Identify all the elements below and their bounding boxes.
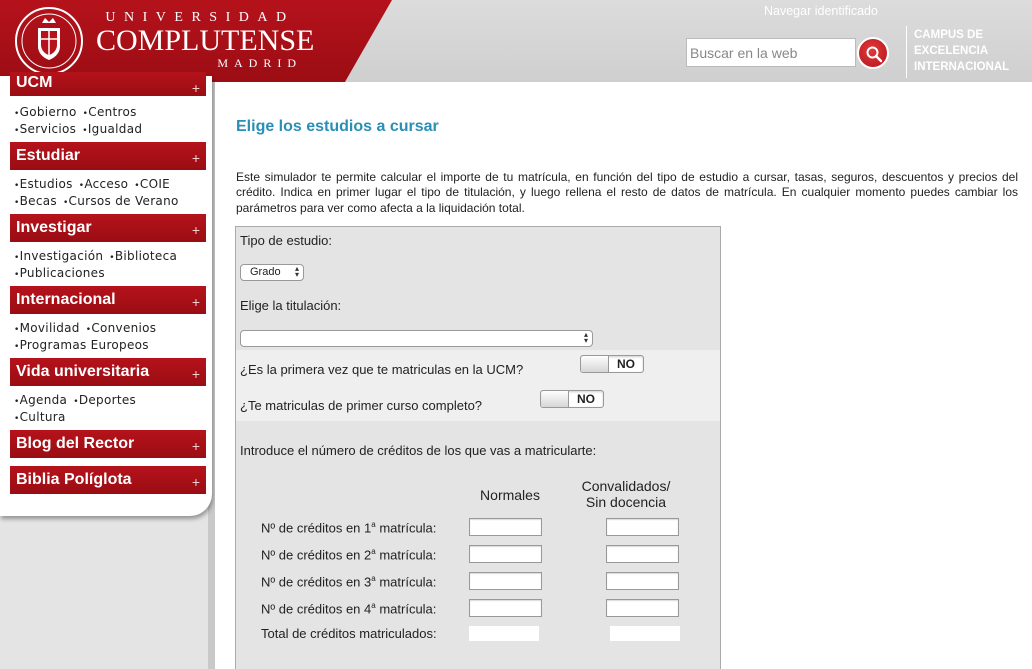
sidebar-link[interactable]: Becas [20, 194, 57, 208]
titulacion-select[interactable]: ▴ ▾ [240, 330, 593, 347]
sidebar-link[interactable]: Estudios [20, 177, 73, 191]
search-button[interactable] [857, 37, 889, 69]
creditos-row-label: Nº de créditos en 2a matrícula: [261, 547, 437, 563]
primer-curso-toggle[interactable]: NO [540, 390, 604, 408]
sidebar-link[interactable]: Movilidad [20, 321, 80, 335]
creditos-convalidados-3-input[interactable] [606, 572, 679, 590]
campus-excelencia-link[interactable]: CAMPUS DE EXCELENCIA INTERNACIONAL [914, 27, 1009, 75]
creditos-convalidados-2-input[interactable] [606, 545, 679, 563]
tipo-estudio-label: Tipo de estudio: [240, 233, 333, 248]
sidebar-links-estudiar: •Estudios •Acceso •COIE •Becas •Cursos de V… [14, 177, 179, 208]
sidebar-link[interactable]: Deportes [79, 393, 136, 407]
total-creditos-label: Total de créditos matriculados: [261, 626, 437, 641]
col-normales: Normales [480, 487, 540, 503]
titulacion-label: Elige la titulación: [240, 298, 342, 313]
search-icon [866, 46, 883, 63]
sidebar-links-investigar: •Investigación •Biblioteca •Publicaciones [14, 249, 178, 280]
creditos-normales-2-input[interactable] [469, 545, 542, 563]
expand-icon: + [191, 80, 200, 96]
sidebar-item-vida-universitaria[interactable]: Vida universitaria + [10, 358, 206, 386]
sidebar-link[interactable]: Centros [88, 105, 136, 119]
creditos-normales-3-input[interactable] [469, 572, 542, 590]
sidebar-item-blog-del-rector[interactable]: Blog del Rector + [10, 430, 206, 458]
primera-vez-toggle[interactable]: NO [580, 355, 644, 373]
sidebar-item-ucm[interactable]: UCM + [10, 72, 206, 96]
sidebar-link[interactable]: Gobierno [20, 105, 77, 119]
sidebar-item-internacional[interactable]: Internacional + [10, 286, 206, 314]
sidebar-link[interactable]: COIE [140, 177, 170, 191]
header-divider [906, 26, 907, 78]
sidebar-link[interactable]: Acceso [84, 177, 128, 191]
expand-icon: + [191, 150, 200, 166]
creditos-convalidados-4-input[interactable] [606, 599, 679, 617]
page-title: Elige los estudios a cursar [236, 118, 439, 135]
sidebar-links-vida-universitaria: •Agenda •Deportes •Cultura [14, 393, 137, 424]
sidebar-link[interactable]: Igualdad [88, 122, 142, 136]
select-arrows-icon: ▴ ▾ [583, 330, 588, 345]
site-header: UNIVERSIDAD COMPLUTENSE MADRID Navegar i… [0, 0, 1032, 82]
toggle-knob [541, 391, 569, 407]
sidebar-link[interactable]: Programas Europeos [20, 338, 149, 352]
expand-icon: + [191, 438, 200, 454]
sidebar-link[interactable]: Cursos de Verano [69, 194, 179, 208]
intro-text: Este simulador te permite calcular el im… [236, 170, 1018, 215]
expand-icon: + [191, 294, 200, 310]
creditos-normales-1-input[interactable] [469, 518, 542, 536]
creditos-convalidados-1-input[interactable] [606, 518, 679, 536]
search-input[interactable]: Buscar en la web [686, 38, 856, 67]
sidebar-links-internacional: •Movilidad •Convenios •Programas Europeos [14, 321, 157, 352]
creditos-intro: Introduce el número de créditos de los q… [240, 443, 597, 458]
primer-curso-label: ¿Te matriculas de primer curso completo? [240, 398, 483, 413]
creditos-row-label: Nº de créditos en 3a matrícula: [261, 574, 437, 590]
sidebar-link[interactable]: Servicios [20, 122, 77, 136]
creditos-row-label: Nº de créditos en 1a matrícula: [261, 520, 437, 536]
brand-line-2: COMPLUTENSE [96, 24, 315, 57]
brand-wordmark: UNIVERSIDAD COMPLUTENSE MADRID [96, 10, 315, 71]
expand-icon: + [191, 474, 200, 490]
primera-vez-label: ¿Es la primera vez que te matriculas en … [240, 362, 524, 377]
sidebar-links-ucm: •Gobierno •Centros •Servicios •Igualdad [14, 105, 143, 136]
sidebar-link[interactable]: Publicaciones [20, 266, 105, 280]
logo-area[interactable]: UNIVERSIDAD COMPLUTENSE MADRID [0, 0, 392, 82]
tipo-estudio-select[interactable]: Grado ▴ ▾ [240, 264, 304, 281]
sidebar-item-biblia-poliglota[interactable]: Biblia Políglota + [10, 466, 206, 494]
sidebar-link[interactable]: Biblioteca [115, 249, 177, 263]
total-convalidados-field [610, 626, 680, 641]
sidebar-link[interactable]: Investigación [20, 249, 104, 263]
sidebar-item-estudiar[interactable]: Estudiar + [10, 142, 206, 170]
toggle-knob [581, 356, 609, 372]
login-link[interactable]: Navegar identificado [764, 4, 878, 18]
university-seal-icon [15, 7, 83, 75]
sidebar-link[interactable]: Agenda [20, 393, 68, 407]
creditos-row-label: Nº de créditos en 4a matrícula: [261, 601, 437, 617]
sidebar-item-investigar[interactable]: Investigar + [10, 214, 206, 242]
total-normales-field [469, 626, 539, 641]
select-arrows-icon: ▴ ▾ [294, 264, 299, 279]
expand-icon: + [191, 366, 200, 382]
sidebar-link[interactable]: Convenios [91, 321, 156, 335]
sidebar-link[interactable]: Cultura [20, 410, 66, 424]
col-convalidados: Convalidados/ Sin docencia [581, 478, 671, 510]
creditos-normales-4-input[interactable] [469, 599, 542, 617]
brand-line-3: MADRID [217, 56, 302, 70]
expand-icon: + [191, 222, 200, 238]
